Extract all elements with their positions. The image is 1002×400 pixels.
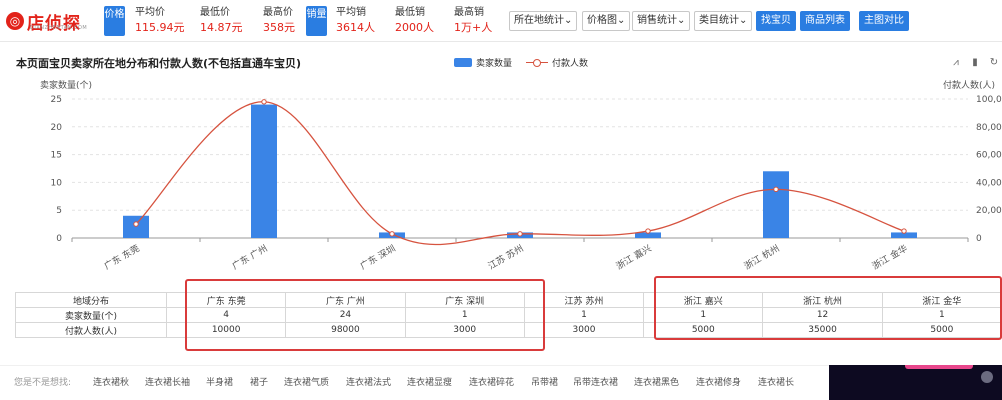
suggest-keyword[interactable]: 连衣裙秋 — [93, 375, 129, 388]
chart-plot: 0 5 10 15 20 25 0 20,000 40,000 60,000 80,000 100,0… — [51, 95, 1002, 272]
y-tick-label: 15 — [51, 151, 62, 161]
y2-tick-label: 0 — [976, 234, 982, 244]
suggest-keyword[interactable]: 连衣裙修身 — [696, 375, 741, 388]
line-point — [517, 231, 523, 237]
y-tick-label: 5 — [56, 206, 62, 216]
x-tick-label: 广东 东莞 — [102, 242, 142, 272]
x-tick-label: 江苏 苏州 — [486, 242, 526, 272]
y-tick-label: 20 — [51, 123, 63, 133]
line-point — [773, 186, 779, 193]
suggest-keyword[interactable]: 半身裙 — [206, 375, 233, 388]
suggest-keyword[interactable]: 连衣裙法式 — [346, 375, 391, 388]
x-tick-label: 浙江 杭州 — [742, 242, 782, 272]
row-header: 付款人数(人) — [15, 322, 167, 338]
bar — [251, 104, 277, 238]
y-tick-label: 0 — [56, 234, 62, 244]
y2-tick-label: 40,000 — [976, 178, 1002, 188]
row-header: 卖家数量(个) — [15, 307, 167, 323]
y2-tick-label: 80,000 — [976, 123, 1002, 133]
x-tick-label: 广东 广州 — [230, 242, 270, 272]
ad-panel — [829, 365, 1002, 400]
suggest-keyword[interactable]: 吊带裙 — [531, 375, 558, 388]
line-point — [261, 99, 267, 105]
suggest-keyword[interactable]: 连衣裙显瘦 — [407, 375, 452, 388]
suggest-keyword[interactable]: 连衣裙长 — [758, 375, 794, 388]
x-tick-label: 广东 深圳 — [358, 242, 398, 272]
ad-banner — [905, 365, 973, 369]
x-tick-label: 浙江 嘉兴 — [614, 242, 654, 272]
chat-icon[interactable] — [981, 371, 993, 383]
highlight-box-zhejiang — [654, 276, 1002, 340]
y-tick-label: 25 — [51, 95, 62, 105]
suggest-question: 您是不是想找: — [14, 378, 72, 388]
highlight-box-guangdong — [185, 279, 545, 351]
suggest-keyword[interactable]: 连衣裙碎花 — [469, 375, 514, 388]
suggest-keyword[interactable]: 吊带连衣裙 — [573, 375, 618, 388]
y2-tick-label: 60,000 — [976, 151, 1002, 161]
suggest-keyword[interactable]: 连衣裙气质 — [284, 375, 329, 388]
row-header: 地域分布 — [15, 292, 167, 308]
y2-tick-label: 100,000 — [976, 95, 1002, 105]
suggest-keyword[interactable]: 连衣裙长袖 — [145, 375, 190, 388]
line-point — [389, 231, 395, 237]
y2-tick-label: 20,000 — [976, 206, 1002, 216]
bar — [123, 215, 149, 238]
bar — [763, 171, 789, 238]
line-point — [901, 228, 907, 234]
page: ◎ 店侦探 DIANZHENTAN.COM 价格 平均价 115.94元 最低价… — [0, 0, 1002, 400]
line-point — [133, 221, 139, 227]
y-tick-label: 10 — [51, 178, 63, 188]
x-tick-label: 浙江 金华 — [870, 242, 910, 272]
suggest-keyword[interactable]: 裙子 — [250, 375, 268, 388]
suggest-keyword[interactable]: 连衣裙黑色 — [634, 375, 679, 388]
line-point — [645, 228, 651, 234]
